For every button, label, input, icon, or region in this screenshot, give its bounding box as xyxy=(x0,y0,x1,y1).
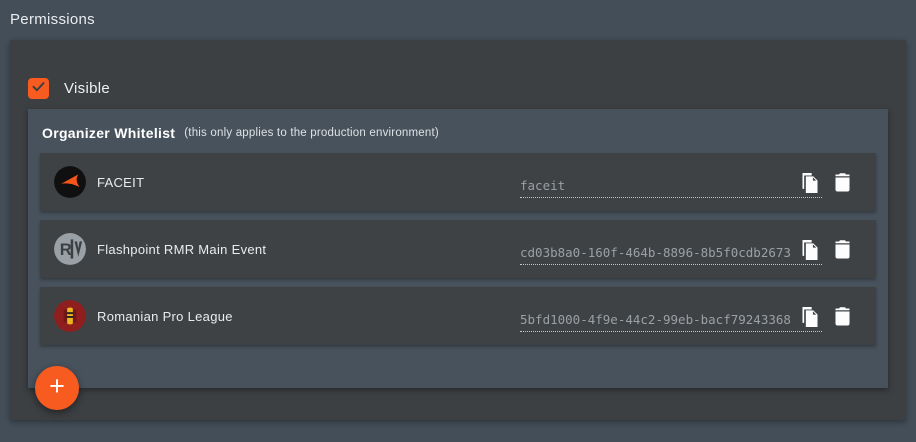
organizer-whitelist-header: Organizer Whitelist (this only applies t… xyxy=(28,109,888,153)
faceit-logo-icon xyxy=(54,166,86,198)
page-title: Permissions xyxy=(10,11,95,28)
romanian-pro-league-logo-icon xyxy=(54,300,86,332)
visible-checkbox[interactable] xyxy=(28,78,49,99)
organizer-id-input[interactable] xyxy=(520,178,822,193)
copy-icon[interactable] xyxy=(800,305,820,329)
organizer-row: R Flashpoint RMR Main Event xyxy=(40,220,876,278)
trash-icon[interactable] xyxy=(834,239,851,259)
organizer-id-field-wrap xyxy=(520,166,822,198)
visible-setting: Visible xyxy=(28,78,110,99)
flashpoint-logo-icon: R xyxy=(54,233,86,265)
organizer-id-field-wrap xyxy=(520,233,822,265)
organizer-name: Romanian Pro League xyxy=(97,308,233,324)
organizer-id-input[interactable] xyxy=(520,312,822,327)
permissions-panel: Visible Organizer Whitelist (this only a… xyxy=(10,40,906,420)
plus-icon: + xyxy=(49,371,65,401)
permissions-page: { "page": { "title": "Permissions" }, "v… xyxy=(0,0,916,442)
add-organizer-button[interactable]: + xyxy=(35,366,79,410)
organizer-list: FACEIT faceit R Flashpoint RMR Main Even… xyxy=(40,153,876,345)
visible-checkbox-label: Visible xyxy=(64,80,111,97)
organizer-id-field-wrap xyxy=(520,300,822,332)
svg-text:R: R xyxy=(60,240,72,259)
checkmark-icon xyxy=(31,79,46,99)
organizer-name: FACEIT xyxy=(97,174,145,190)
trash-icon[interactable] xyxy=(834,172,851,192)
organizer-row: Romanian Pro League xyxy=(40,287,876,345)
organizer-row: FACEIT xyxy=(40,153,876,211)
organizer-whitelist-panel: Organizer Whitelist (this only applies t… xyxy=(28,109,888,388)
copy-icon[interactable] xyxy=(800,171,820,195)
organizer-whitelist-title: Organizer Whitelist xyxy=(42,125,176,141)
trash-icon[interactable] xyxy=(834,306,851,326)
copy-icon[interactable] xyxy=(800,238,820,262)
organizer-whitelist-note: (this only applies to the production env… xyxy=(184,127,439,139)
organizer-name: Flashpoint RMR Main Event xyxy=(97,241,267,257)
organizer-id-input[interactable] xyxy=(520,245,822,260)
